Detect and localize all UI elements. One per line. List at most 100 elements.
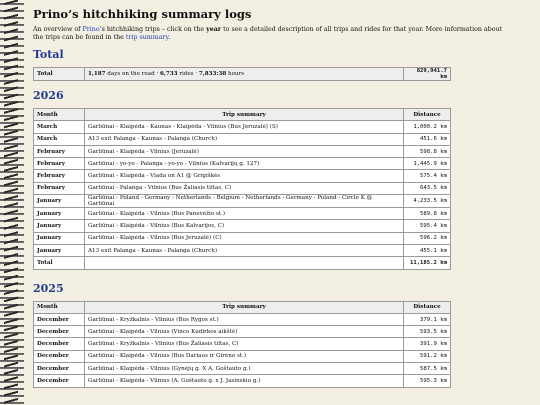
trip-month: December <box>33 312 85 327</box>
table-row[interactable]: December Garliūnai - Klaipėda - Vilnius (… <box>33 325 451 339</box>
trip-summary: Garliūnai - Klaipėda - Vilnius (Bus Jeru… <box>84 231 404 245</box>
trip-distance: 451.6 km <box>403 132 451 146</box>
trip-distance: 1,445.9 km <box>403 157 451 171</box>
trip-summary-link[interactable]: trip summary <box>126 34 168 41</box>
trip-summary: Garliūnai - Klaipėda - Kaunas - Klaipėda… <box>84 120 404 134</box>
trip-summary: Garliūnai - Klaipėda - Vilnius (A. Gošta… <box>84 374 404 388</box>
table-row[interactable]: February Garliūnai - yo-yo - Palanga - yo… <box>33 157 451 171</box>
total-days: 1,187 <box>88 71 106 77</box>
page-title: Prino’s hitchhiking summary logs <box>33 7 252 21</box>
total-distance-2026: 11,185.2 km <box>403 256 451 270</box>
trip-distance: 593.5 km <box>403 325 451 339</box>
year-2025-label[interactable]: 2025 <box>33 282 64 295</box>
summary-header: Trip summary <box>84 107 404 122</box>
table-row[interactable]: March A13 exit Palanga - Kaunas - Palanga… <box>33 132 451 146</box>
prino-link[interactable]: Prino <box>83 26 100 33</box>
intro-text-1: An overview of <box>33 26 83 33</box>
table-row[interactable]: December Garliūnai - Klaipėda - Vilnius (… <box>33 374 451 388</box>
trip-month: February <box>33 181 85 196</box>
trip-summary: Garliūnai - Klaipėda - Vilnius (Bus Pane… <box>84 207 404 221</box>
trip-summary: Garliūnai - Palanga - Vilnius (Bus Žalia… <box>84 181 404 196</box>
month-header: Month <box>33 107 85 122</box>
trip-distance: 391.9 km <box>403 337 451 351</box>
trip-distance: 587.5 km <box>403 362 451 376</box>
total-distance: 829,941.7 km <box>403 67 451 81</box>
table-row[interactable]: March Garliūnai - Klaipėda - Kaunas - Kla… <box>33 120 451 134</box>
table-header-row: Month Trip summary Distance <box>33 107 451 122</box>
trip-distance: 589.8 km <box>403 207 451 221</box>
trip-month: December <box>33 337 85 351</box>
table-row[interactable]: December Garliūnai - Klaipėda - Vilnius (… <box>33 362 451 376</box>
year-2026-heading[interactable]: 2026 <box>33 89 533 102</box>
intro-text-4: . <box>168 34 171 41</box>
table-row[interactable]: December Garliūnai - Kryžkalnis - Vilnius… <box>33 337 451 351</box>
total-table: Total 1,187 days on the road · 6,733 rid… <box>33 67 451 81</box>
table-row[interactable]: January A13 exit Palanga - Kaunas - Palan… <box>33 243 451 258</box>
trip-month: January <box>33 231 85 245</box>
trip-distance: 4,233.5 km <box>403 194 451 209</box>
total-hours-text: hours <box>226 71 245 77</box>
trip-distance: 598.8 km <box>403 144 451 159</box>
trips-table-2025: Month Trip summary Distance December Garl… <box>33 300 451 388</box>
intro-paragraph: An overview of Prino’s hitchhiking trips… <box>33 26 503 42</box>
trip-summary: Garliūnai - Klaipėda - Vilnius (Jeruzalė… <box>84 144 404 159</box>
distance-header: Distance <box>403 300 451 314</box>
trip-summary: Garliūnai - Kryžkalnis - Vilnius (Bus Ža… <box>84 337 404 351</box>
trip-distance: 595.4 km <box>403 219 451 233</box>
trips-body-2025: December Garliūnai - Kryžkalnis - Vilnius… <box>33 312 451 388</box>
trip-month: March <box>33 120 85 134</box>
trip-summary: Garliūnai - Klaipėda - Viada on A1 @ Gri… <box>84 169 404 183</box>
table-header-row: Month Trip summary Distance <box>33 300 451 314</box>
trip-month: February <box>33 157 85 171</box>
trip-month: January <box>33 207 85 221</box>
trip-month: December <box>33 349 85 364</box>
trip-summary: Garliūnai - Klaipėda - Vilnius (Bus Kalv… <box>84 219 404 233</box>
table-row[interactable]: January Garliūnai - Klaipėda - Vilnius (B… <box>33 231 451 245</box>
trip-month: January <box>33 194 85 209</box>
table-row[interactable]: February Garliūnai - Palanga - Vilnius (B… <box>33 181 451 196</box>
table-row[interactable]: December Garliūnai - Klaipėda - Vilnius (… <box>33 349 451 364</box>
trip-summary: A13 exit Palanga - Kaunas - Palanga (Chu… <box>84 243 404 258</box>
table-row[interactable]: January Garliūnai - Klaipėda - Vilnius (B… <box>33 207 451 221</box>
distance-header: Distance <box>403 107 451 122</box>
table-row[interactable]: February Garliūnai - Klaipėda - Vilnius (… <box>33 144 451 159</box>
trip-month: January <box>33 243 85 258</box>
trip-distance: 455.1 km <box>403 243 451 258</box>
trip-summary: Garliūnai - Klaipėda - Vilnius (Bus Dari… <box>84 349 404 364</box>
table-row[interactable]: January Garliūnai - Poland - Germany - Ne… <box>33 194 451 209</box>
trips-table-2026: Month Trip summary Distance March Garliūn… <box>33 107 451 270</box>
total-summary: 1,187 days on the road · 6,733 rides · 7… <box>84 67 404 81</box>
trip-month: December <box>33 374 85 388</box>
trip-distance: 575.4 km <box>403 169 451 183</box>
trip-distance: 596.2 km <box>403 231 451 245</box>
total-label-2026: Total <box>33 256 85 270</box>
year-2026-label[interactable]: 2026 <box>33 89 64 102</box>
summary-header: Trip summary <box>84 300 404 314</box>
trip-distance: 379.1 km <box>403 312 451 327</box>
main-content: Prino’s hitchhiking summary logs An over… <box>33 0 533 388</box>
year-2025-heading[interactable]: 2025 <box>33 282 533 295</box>
table-row[interactable]: February Garliūnai - Klaipėda - Viada on … <box>33 169 451 183</box>
trip-summary: Garliūnai - Klaipėda - Vilnius (Gynėjų g… <box>84 362 404 376</box>
total-row: Total 1,187 days on the road · 6,733 rid… <box>33 67 451 81</box>
trip-summary: Garliūnai - Klaipėda - Vilnius (Vinco Ku… <box>84 325 404 339</box>
trip-summary: Garliūnai - Poland - Germany - Netherlan… <box>84 194 404 209</box>
trip-distance: 643.5 km <box>403 181 451 196</box>
total-heading: Total <box>33 48 64 61</box>
trip-summary: A13 exit Palanga - Kaunas - Palanga (Chu… <box>84 132 404 146</box>
trip-summary: Garliūnai - yo-yo - Palanga - yo-yo - Vi… <box>84 157 404 171</box>
trip-distance: 1,000.2 km <box>403 120 451 134</box>
trip-month: December <box>33 325 85 339</box>
table-row[interactable]: December Garliūnai - Kryžkalnis - Vilnius… <box>33 312 451 327</box>
total-hours: 7,833:38 <box>198 71 227 77</box>
total-label: Total <box>33 67 85 81</box>
trip-distance: 595.3 km <box>403 374 451 388</box>
total-rides-text: rides · <box>177 71 199 77</box>
trip-month: December <box>33 362 85 376</box>
total-empty-2026 <box>84 256 404 270</box>
trips-body-2026: March Garliūnai - Klaipėda - Kaunas - Kla… <box>33 120 451 258</box>
intro-bold-year: year <box>206 26 222 33</box>
table-row[interactable]: January Garliūnai - Klaipėda - Vilnius (B… <box>33 219 451 233</box>
trip-month: February <box>33 169 85 183</box>
intro-text-2: ’s hitchhiking trips – click on the <box>99 26 207 33</box>
